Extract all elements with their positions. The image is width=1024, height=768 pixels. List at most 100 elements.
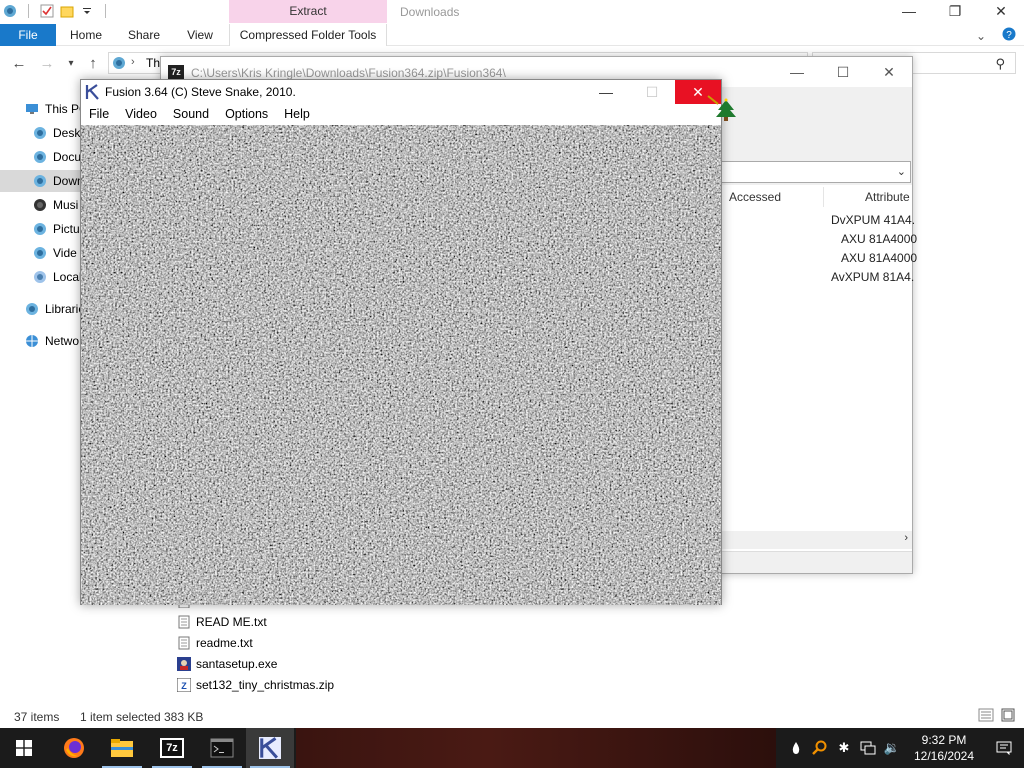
volume-icon[interactable]: 🔉 (880, 728, 904, 768)
column-divider[interactable] (823, 187, 824, 207)
clock[interactable]: 9:32 PM 12/16/2024 (904, 732, 984, 764)
explorer-titlebar: Extract Downloads — ❐ ✕ (0, 0, 1024, 24)
minimize-button[interactable]: — (774, 57, 820, 87)
new-folder-icon[interactable] (59, 3, 75, 19)
list-item[interactable]: santasetup.exe (176, 654, 277, 674)
music-icon (32, 197, 48, 213)
sevenzip-icon: 7z (168, 65, 184, 79)
selection-status: 1 item selected (80, 710, 161, 724)
start-button[interactable] (0, 728, 48, 768)
maximize-button[interactable]: ☐ (629, 80, 675, 104)
christmas-tree-cursor-icon (707, 95, 736, 121)
close-button[interactable]: ✕ (978, 0, 1024, 22)
file-name: set132_tiny_christmas.zip (196, 678, 335, 692)
taskbar-7zip[interactable]: 7z (148, 728, 196, 768)
sidebar-item-label: Pictu (53, 222, 80, 236)
item-count: 37 items (14, 710, 60, 724)
search-tray-icon[interactable] (808, 728, 832, 768)
horizontal-scrollbar[interactable]: › (721, 531, 912, 549)
file-name: santasetup.exe (196, 657, 278, 671)
quick-access-toolbar (2, 3, 112, 19)
explorer-window-controls: — ❐ ✕ (886, 0, 1024, 22)
close-button[interactable]: ✕ (866, 57, 912, 87)
selection-size: 383 KB (164, 710, 204, 724)
drive-icon (32, 269, 48, 285)
tab-share[interactable]: Share (122, 24, 166, 46)
menu-file[interactable]: File (81, 104, 117, 124)
sidebar-item-label: Musi (53, 198, 79, 212)
attribute-cell[interactable]: AXU 81A4000 (841, 251, 917, 265)
back-arrow-icon[interactable]: ← (10, 54, 28, 72)
clock-date: 12/16/2024 (913, 749, 975, 763)
network-icon (24, 333, 40, 349)
menu-help[interactable]: Help (276, 104, 318, 124)
qat-divider (28, 4, 29, 18)
menu-sound[interactable]: Sound (165, 104, 217, 124)
fusion-menubar: File Video Sound Options Help (81, 104, 721, 124)
large-icons-view-icon[interactable] (1000, 708, 1016, 725)
qat-divider-2 (105, 4, 106, 18)
tab-view[interactable]: View (180, 24, 220, 46)
breadcrumb-chevron-icon[interactable]: › (131, 56, 135, 68)
details-view-icon[interactable] (978, 708, 994, 725)
tab-home[interactable]: Home (64, 24, 108, 46)
recent-chevron-icon[interactable]: ▾ (62, 54, 80, 72)
up-arrow-icon[interactable]: ↑ (84, 54, 102, 72)
notification-center-button[interactable] (984, 728, 1024, 768)
fusion-titlebar: Fusion 3.64 (C) Steve Snake, 2010. — ☐ ✕ (81, 80, 721, 104)
ribbon-tabs: File Home Share View Compressed Folder T… (0, 24, 1024, 46)
taskbar-firefox[interactable] (50, 728, 98, 768)
forward-arrow-icon[interactable]: → (38, 54, 56, 72)
minimize-button[interactable]: — (583, 80, 629, 104)
sidebar-item-label: Vide (53, 246, 77, 260)
taskbar-file-explorer[interactable] (98, 728, 146, 768)
attribute-cell[interactable]: DvXPUM 41A4. (831, 213, 915, 227)
list-item[interactable]: READ ME.txt (176, 612, 267, 632)
tab-file[interactable]: File (0, 24, 56, 46)
documents-icon (32, 149, 48, 165)
explorer-window-title: Downloads (400, 5, 460, 19)
menu-options[interactable]: Options (217, 104, 276, 124)
menu-video[interactable]: Video (117, 104, 165, 124)
text-file-icon (176, 635, 192, 651)
column-header-accessed[interactable]: Accessed (729, 185, 781, 209)
this-pc-icon (113, 57, 125, 69)
minimize-button[interactable]: — (886, 0, 932, 22)
properties-icon[interactable] (39, 3, 55, 19)
network-icon[interactable] (856, 728, 880, 768)
droplet-icon[interactable] (784, 728, 808, 768)
notification-icon (996, 741, 1012, 755)
fusion-app-icon (85, 84, 101, 100)
emulator-display[interactable] (81, 125, 721, 605)
restore-button[interactable]: ❐ (932, 0, 978, 22)
sidebar-item-label: Docu (53, 150, 82, 164)
tab-compressed-folder-tools[interactable]: Compressed Folder Tools (229, 24, 387, 46)
attribute-cell[interactable]: AvXPUM 81A4. (831, 270, 914, 284)
sevenzip-path-combobox[interactable]: ⌄ (721, 161, 911, 183)
search-icon[interactable]: ⚲ (995, 56, 1005, 72)
static-noise (81, 125, 721, 605)
breadcrumb[interactable]: Th (146, 56, 160, 70)
sevenzip-taskbar-icon: 7z (160, 738, 184, 758)
list-item[interactable]: Z set132_tiny_christmas.zip (176, 675, 334, 695)
chevron-down-icon[interactable]: ⌄ (976, 29, 986, 43)
pictures-icon (32, 221, 48, 237)
qat-dropdown-icon[interactable] (79, 3, 95, 19)
svg-text:?: ? (1006, 30, 1012, 41)
help-icon[interactable]: ? (1002, 27, 1016, 44)
column-header-attributes[interactable]: Attribute (865, 185, 910, 209)
chevron-down-icon[interactable]: ⌄ (897, 165, 906, 178)
snowflake-icon[interactable]: ✱ (832, 728, 856, 768)
desktop-wallpaper-peek (296, 728, 776, 768)
explorer-app-icon[interactable] (2, 3, 18, 19)
fusion-window: Fusion 3.64 (C) Steve Snake, 2010. — ☐ ✕… (80, 79, 722, 605)
list-item[interactable]: readme.txt (176, 633, 253, 653)
maximize-button[interactable]: ☐ (820, 57, 866, 87)
taskbar-terminal[interactable] (198, 728, 246, 768)
scroll-right-icon[interactable]: › (904, 532, 908, 544)
sevenzip-window-controls: — ☐ ✕ (774, 57, 912, 87)
attribute-cell[interactable]: AXU 81A4000 (841, 232, 917, 246)
terminal-icon (210, 738, 234, 758)
taskbar-fusion[interactable] (246, 728, 294, 768)
sevenzip-window-title: C:\Users\Kris Kringle\Downloads\Fusion36… (191, 66, 506, 80)
